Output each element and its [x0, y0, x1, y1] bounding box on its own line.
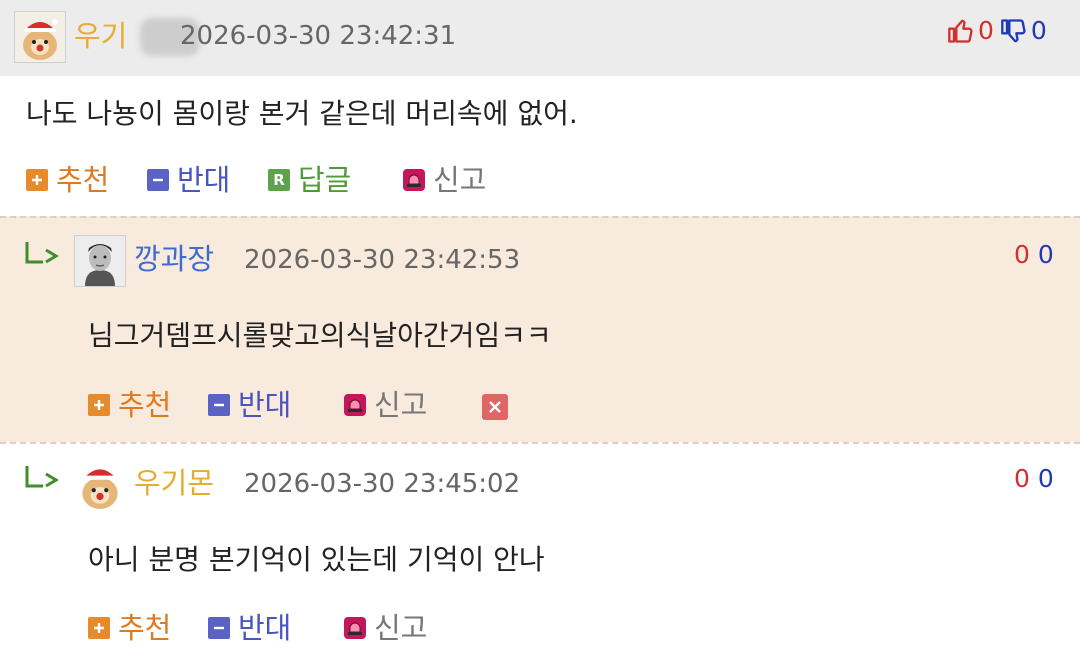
report-label: 신고: [433, 163, 487, 197]
reply-arrow-icon: [24, 240, 60, 270]
vote-box: 0 0: [1014, 238, 1054, 272]
thumbs-down-icon[interactable]: [1000, 17, 1028, 45]
comment-timestamp: 2026-03-30 23:42:53: [244, 245, 521, 275]
comment-body: 아니 분명 본기억이 있는데 기억이 안나: [88, 543, 545, 576]
downvote-count: 0: [1030, 16, 1047, 45]
upvote-count[interactable]: 0: [1014, 238, 1030, 272]
report-label: 신고: [374, 388, 428, 422]
recommend-label: 추천: [56, 163, 110, 197]
minus-icon: [208, 617, 230, 639]
divider: [0, 216, 1080, 218]
siren-icon: [344, 617, 366, 639]
plus-icon: [88, 394, 110, 416]
oppose-label: 반대: [238, 611, 292, 645]
recommend-button[interactable]: 추천: [26, 160, 109, 200]
reply-arrow-icon: [24, 464, 60, 494]
avatar[interactable]: [74, 459, 126, 511]
siren-icon: [403, 169, 425, 191]
minus-icon: [147, 169, 169, 191]
thumbs-up-icon[interactable]: [947, 17, 975, 45]
comment-author[interactable]: 우기몬: [134, 465, 214, 501]
oppose-button[interactable]: 반대: [208, 385, 291, 425]
oppose-button[interactable]: 반대: [208, 608, 291, 648]
vote-box: 0 0: [947, 14, 1047, 48]
comment-timestamp: 2026-03-30 23:42:31: [180, 21, 457, 51]
recommend-button[interactable]: 추천: [88, 385, 171, 425]
reply-r-icon: R: [268, 169, 290, 191]
avatar[interactable]: [14, 11, 66, 63]
delete-x-icon[interactable]: [482, 394, 508, 420]
comment-body: 나도 나뇽이 몸이랑 본거 같은데 머리속에 없어.: [26, 97, 578, 130]
report-button[interactable]: 신고: [403, 160, 486, 200]
upvote-count[interactable]: 0: [1014, 462, 1030, 496]
comment-author[interactable]: 깡과장: [134, 241, 214, 277]
oppose-label: 반대: [177, 163, 231, 197]
reply-button[interactable]: R 답글: [268, 160, 351, 200]
comment-timestamp: 2026-03-30 23:45:02: [244, 469, 521, 499]
divider: [0, 442, 1080, 444]
recommend-label: 추천: [118, 388, 172, 422]
recommend-label: 추천: [118, 611, 172, 645]
upvote-count: 0: [978, 16, 994, 45]
plus-icon: [26, 169, 48, 191]
avatar[interactable]: [74, 235, 126, 287]
comment-body: 님그거뎀프시롤맞고의식날아간거임ㅋㅋ: [88, 319, 552, 352]
downvote-count[interactable]: 0: [1038, 238, 1054, 272]
downvote-count[interactable]: 0: [1038, 462, 1054, 496]
vote-box: 0 0: [1014, 462, 1054, 496]
minus-icon: [208, 394, 230, 416]
report-label: 신고: [374, 611, 428, 645]
plus-icon: [88, 617, 110, 639]
siren-icon: [344, 394, 366, 416]
reply-label: 답글: [298, 163, 352, 197]
recommend-button[interactable]: 추천: [88, 608, 171, 648]
oppose-label: 반대: [238, 388, 292, 422]
oppose-button[interactable]: 반대: [147, 160, 230, 200]
report-button[interactable]: 신고: [344, 608, 427, 648]
comment-author[interactable]: 우기: [74, 18, 127, 54]
report-button[interactable]: 신고: [344, 385, 427, 425]
